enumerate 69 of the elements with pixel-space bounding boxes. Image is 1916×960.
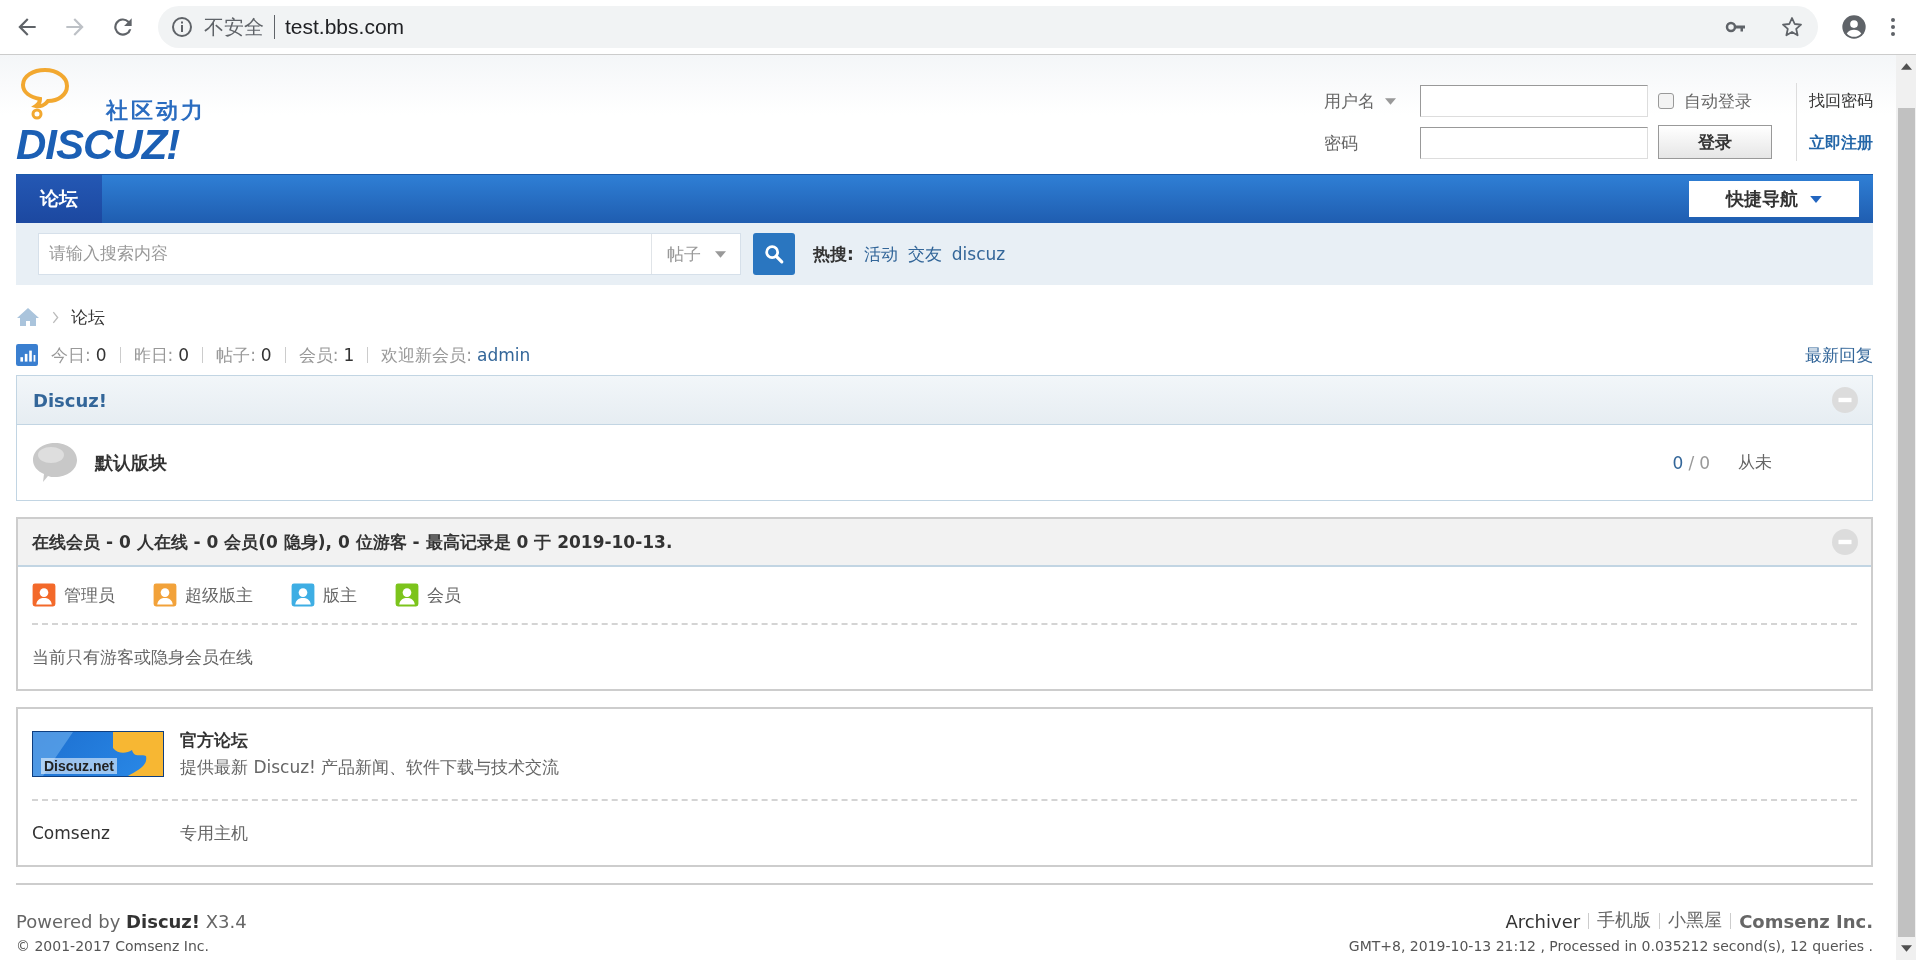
site-description: 提供最新 Discuz! 产品新闻、软件下载与技术交流 <box>180 756 560 780</box>
quick-nav-button[interactable]: 快捷导航 <box>1689 181 1859 218</box>
online-note: 当前只有游客或隐身会员在线 <box>32 645 254 669</box>
login-button[interactable]: 登录 <box>1658 125 1772 159</box>
friend-link[interactable]: Comsenz <box>32 823 110 844</box>
logo[interactable]: 社区动力 DISCUZ! <box>16 66 216 174</box>
powered-by-text: Powered by Discuz! X3.4 <box>16 911 247 933</box>
stat-label: 昨日: <box>133 343 174 367</box>
member-link[interactable]: admin <box>477 345 531 366</box>
scroll-up-icon[interactable] <box>1900 63 1912 70</box>
nav-tab[interactable]: 论坛 <box>16 175 102 224</box>
footer-link[interactable]: Archiver <box>1505 911 1581 933</box>
forgot-password-link[interactable]: 找回密码 <box>1809 83 1873 119</box>
menu-icon[interactable] <box>1890 15 1896 39</box>
username-label[interactable]: 用户名 <box>1324 83 1396 119</box>
stat-label: 今日: <box>51 343 91 367</box>
count-separator: / <box>1688 452 1695 473</box>
url-text: test.bbs.com <box>285 15 405 39</box>
info-icon[interactable] <box>170 15 194 39</box>
new-member-label: 欢迎新会员: <box>381 343 472 367</box>
server-stats-text: GMT+8, 2019-10-13 21:12 , Processed in 0.035212 second(s), 12 queries . <box>1348 938 1873 954</box>
stat-value: 0 <box>260 345 272 366</box>
copyright-text: © 2001-2017 Comsenz Inc. <box>16 938 209 954</box>
account-icon[interactable] <box>1840 13 1868 41</box>
footer-link[interactable]: Comsenz Inc. <box>1739 911 1873 933</box>
legend-label: 版主 <box>323 583 357 607</box>
discuz-banner[interactable]: Discuz.net <box>32 731 164 778</box>
register-link[interactable]: 立即注册 <box>1809 125 1873 161</box>
password-label: 密码 <box>1324 131 1359 155</box>
hot-search-link[interactable]: 交友 <box>907 242 942 266</box>
password-field[interactable] <box>1420 127 1648 159</box>
security-label: 不安全 <box>204 13 264 41</box>
hot-search-link[interactable]: discuz <box>951 244 1006 265</box>
caret-icon[interactable] <box>714 250 726 258</box>
footer-link[interactable]: 小黑屋 <box>1668 908 1723 933</box>
scrollbar[interactable] <box>1896 55 1916 960</box>
legend-label: 会员 <box>427 583 461 607</box>
stat-value: 1 <box>343 345 355 366</box>
hot-search-label: 热搜: <box>813 242 854 266</box>
latest-replies-link[interactable]: 最新回复 <box>1805 343 1873 367</box>
search-button[interactable] <box>753 233 795 276</box>
footer-link[interactable]: 手机版 <box>1597 908 1652 933</box>
site-name-link[interactable]: 官方论坛 <box>180 729 560 753</box>
last-post: 从未 <box>1738 451 1773 475</box>
thread-count: 0 <box>1672 452 1684 473</box>
post-count: 0 <box>1699 452 1710 473</box>
scroll-down-icon[interactable] <box>1900 945 1912 952</box>
forum-name[interactable]: 默认版块 <box>95 450 167 475</box>
username-field[interactable] <box>1420 85 1648 117</box>
online-title: 在线会员 - 0 人在线 - 0 会员(0 隐身), 0 位游客 - 最高记录是 0 于 2019-10-13. <box>32 530 673 554</box>
chart-icon <box>16 344 38 367</box>
auto-login-checkbox[interactable] <box>1658 93 1674 109</box>
stat-label: 会员: <box>298 343 339 367</box>
stat-label: 帖子: <box>216 343 256 367</box>
legend-label: 超级版主 <box>185 583 253 607</box>
star-icon[interactable] <box>1780 15 1804 39</box>
address-bar[interactable]: 不安全 test.bbs.com <box>158 6 1818 48</box>
friend-link[interactable]: 专用主机 <box>179 821 248 845</box>
breadcrumb-link[interactable]: 论坛 <box>71 305 105 329</box>
stat-value: 0 <box>95 345 107 366</box>
hot-search-link[interactable]: 活动 <box>863 242 898 266</box>
caret-icon <box>1810 195 1822 203</box>
category-title[interactable]: Discuz! <box>33 389 107 411</box>
chevron-icon <box>52 310 59 324</box>
caret-icon[interactable] <box>1385 97 1396 105</box>
legend-label: 管理员 <box>64 583 115 607</box>
search-icon <box>763 243 785 266</box>
auto-login-label: 自动登录 <box>1684 89 1752 113</box>
stat-value: 0 <box>178 345 190 366</box>
